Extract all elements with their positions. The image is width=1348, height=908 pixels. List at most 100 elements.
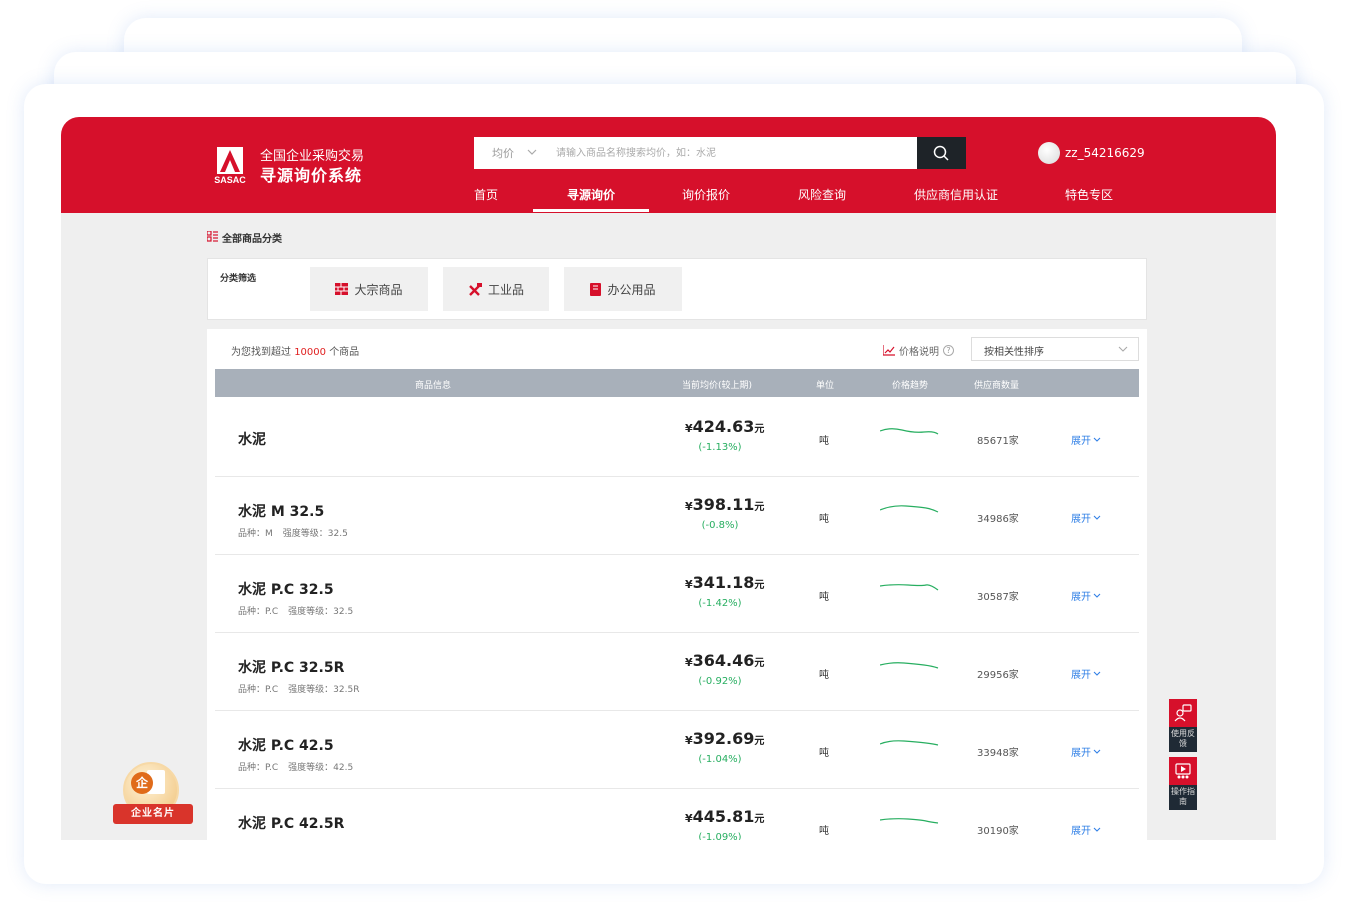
table-row[interactable]: 水泥 P.C 32.5R 品种：P.C 强度等级：32.5R ¥364.46元 (-0.… [215, 633, 1139, 711]
unit: 吨 [819, 436, 829, 447]
price-unit-yuan: 元 [754, 424, 765, 435]
chip-bulk-goods[interactable]: 大宗商品 [310, 267, 428, 311]
product-attribute: 强度等级：32.5 [288, 607, 354, 617]
nav-sourcing-inquiry[interactable]: 寻源询价 [567, 186, 615, 203]
expand-button[interactable]: 展开 [1071, 588, 1101, 603]
search-button[interactable] [917, 137, 966, 169]
product-attribute: 强度等级：42.5 [288, 763, 354, 773]
nav-special-zone[interactable]: 特色专区 [1065, 186, 1113, 203]
col-supplier-count: 供应商数量 [974, 381, 1020, 391]
product-name[interactable]: 水泥 P.C 32.5 [238, 579, 334, 599]
expand-button[interactable]: 展开 [1071, 510, 1101, 525]
price-unit-yuan: 元 [754, 736, 765, 747]
product-name[interactable]: 水泥 P.C 42.5 [238, 735, 334, 755]
feedback-widget[interactable]: 使用反馈 [1169, 699, 1197, 752]
product-attributes: 品种：M 强度等级：32.5 [238, 526, 348, 539]
table-row[interactable]: 水泥 P.C 32.5 品种：P.C 强度等级：32.5 ¥341.18元 (-1.42… [215, 555, 1139, 633]
chip-label: 办公用品 [607, 282, 656, 297]
current-price: ¥364.46元 [685, 651, 764, 670]
price-trend-sparkline [880, 818, 939, 824]
price-unit-yuan: 元 [754, 814, 765, 825]
chip-office-supplies[interactable]: 办公用品 [564, 267, 682, 311]
chevron-down-icon [1093, 671, 1101, 676]
table-row[interactable]: 水泥 P.C 42.5 品种：P.C 强度等级：42.5 ¥392.69元 (-1.04… [215, 711, 1139, 789]
price-change: (-1.04%) [698, 754, 742, 765]
price-value: 364.46 [692, 651, 755, 670]
book-icon [590, 282, 602, 296]
chip-label: 工业品 [487, 282, 524, 297]
col-product-info: 商品信息 [415, 381, 452, 391]
current-price: ¥424.63元 [685, 417, 764, 436]
price-change: (-1.09%) [698, 832, 742, 840]
supplier-count: 33948家 [977, 748, 1019, 759]
price-trend-sparkline [880, 662, 939, 669]
expand-button[interactable]: 展开 [1071, 666, 1101, 681]
main-nav: 首页 寻源询价 询价报价 风险查询 供应商信用认证 特色专区 [61, 183, 1276, 213]
price-change: (-1.13%) [698, 442, 742, 453]
price-trend-sparkline [880, 584, 939, 591]
price-value: 424.63 [692, 417, 755, 436]
product-name[interactable]: 水泥 [238, 429, 266, 449]
table-row[interactable]: 水泥 ¥424.63元 (-1.13%) 吨 85671家 展开 [215, 399, 1139, 477]
guide-icon [1169, 757, 1197, 785]
nav-active-indicator [533, 209, 649, 212]
username[interactable]: zz_54216629 [1065, 146, 1145, 160]
product-name[interactable]: 水泥 P.C 32.5R [238, 657, 344, 677]
supplier-count: 34986家 [977, 514, 1019, 525]
nav-supplier-credit[interactable]: 供应商信用认证 [914, 186, 998, 203]
all-categories-title[interactable]: 全部商品分类 [207, 230, 282, 245]
product-name[interactable]: 水泥 M 32.5 [238, 501, 324, 521]
expand-button[interactable]: 展开 [1071, 822, 1101, 837]
badge-qi-icon: 企 [131, 772, 153, 794]
nav-risk-query[interactable]: 风险查询 [798, 186, 846, 203]
product-attribute: 品种：M [238, 529, 273, 539]
current-price: ¥392.69元 [685, 729, 764, 748]
product-attribute: 品种：P.C [238, 763, 279, 773]
unit: 吨 [819, 748, 829, 759]
table-row[interactable]: 水泥 P.C 42.5R ¥445.81元 (-1.09%) 吨 30190家 展开 [215, 789, 1139, 840]
price-value: 392.69 [692, 729, 755, 748]
avatar[interactable] [1038, 142, 1060, 164]
chip-industrial[interactable]: 工业品 [443, 267, 549, 311]
expand-label: 展开 [1071, 670, 1091, 681]
unit: 吨 [819, 670, 829, 681]
nav-home[interactable]: 首页 [474, 186, 498, 203]
expand-button[interactable]: 展开 [1071, 432, 1101, 447]
currency-symbol: ¥ [685, 422, 693, 435]
chart-icon [883, 345, 895, 356]
tools-icon [469, 282, 482, 296]
results-suffix: 个商品 [329, 347, 360, 358]
supplier-count: 85671家 [977, 436, 1019, 447]
price-trend-sparkline [880, 505, 939, 513]
col-unit: 单位 [816, 381, 835, 391]
product-attributes: 品种：P.C 强度等级：32.5R [238, 682, 359, 695]
price-trend-sparkline [880, 740, 939, 746]
results-count: 为您找到超过 10000 个商品 [231, 343, 359, 358]
expand-button[interactable]: 展开 [1071, 744, 1101, 759]
product-attribute: 品种：P.C [238, 607, 279, 617]
expand-label: 展开 [1071, 592, 1091, 603]
chip-label: 大宗商品 [354, 282, 403, 297]
badge-ribbon: 企业名片 [113, 804, 193, 824]
price-note-label: 价格说明 [899, 347, 939, 358]
product-name[interactable]: 水泥 P.C 42.5R [238, 813, 344, 833]
table-row[interactable]: 水泥 M 32.5 品种：M 强度等级：32.5 ¥398.11元 (-0.8%) 吨 34… [215, 477, 1139, 555]
price-unit-yuan: 元 [754, 502, 765, 513]
product-attribute: 强度等级：32.5R [288, 685, 360, 695]
search-input[interactable] [556, 137, 916, 169]
currency-symbol: ¥ [685, 656, 693, 669]
product-attribute: 强度等级：32.5 [282, 529, 348, 539]
price-note-link[interactable]: 价格说明 ? [883, 343, 954, 358]
sasac-logo-icon: SASAC [214, 147, 246, 185]
guide-widget[interactable]: 操作指南 [1169, 757, 1197, 810]
chevron-down-icon [1093, 437, 1101, 442]
col-price-trend: 价格趋势 [892, 381, 929, 391]
search-type-select[interactable]: 均价 [492, 145, 514, 161]
enterprise-card-badge[interactable]: 企 企业名片 [113, 762, 193, 840]
current-price: ¥398.11元 [685, 495, 764, 514]
unit: 吨 [819, 514, 829, 525]
currency-symbol: ¥ [685, 578, 693, 591]
nav-inquiry-quote[interactable]: 询价报价 [682, 186, 730, 203]
chevron-down-icon [1093, 827, 1101, 832]
sort-select[interactable]: 按相关性排序 [971, 337, 1139, 361]
